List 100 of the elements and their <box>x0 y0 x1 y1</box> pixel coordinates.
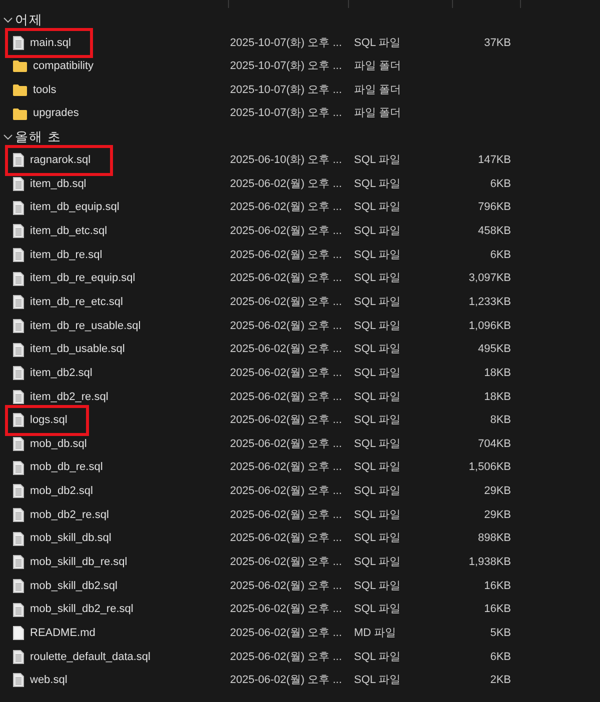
group-header: 어제 <box>15 10 43 29</box>
date-modified: 2025-06-02(월) 오후 ... <box>230 294 343 310</box>
file-type: SQL 파일 <box>354 248 402 263</box>
date-modified: 2025-06-02(월) 오후 ... <box>230 224 343 240</box>
document-icon <box>13 342 24 356</box>
file-size: 18KB <box>484 390 511 405</box>
file-name[interactable]: mob_db_re.sql <box>30 459 103 476</box>
file-name[interactable]: web.sql <box>30 672 68 689</box>
file-name[interactable]: mob_skill_db_re.sql <box>30 554 128 571</box>
file-name[interactable]: item_db2_re.sql <box>30 388 108 406</box>
file-size: 898KB <box>478 531 511 546</box>
file-name[interactable]: mob_db2_re.sql <box>30 506 109 524</box>
folder-icon <box>13 108 27 120</box>
file-size: 6KB <box>490 248 511 263</box>
file-type: SQL 파일 <box>354 366 402 381</box>
file-type: 파일 폴더 <box>354 59 402 74</box>
file-name[interactable]: item_db_re_usable.sql <box>30 318 141 334</box>
file-name[interactable]: roulette_default_data.sql <box>30 648 150 666</box>
date-modified: 2025-06-02(월) 오후 ... <box>230 271 343 286</box>
file-name[interactable]: item_db_equip.sql <box>30 199 120 216</box>
file-name[interactable]: mob_skill_db.sql <box>30 530 112 547</box>
date-modified: 2025-10-07(화) 오후 ... <box>230 59 343 74</box>
file-name[interactable]: mob_db2.sql <box>30 483 93 500</box>
file-type: SQL 파일 <box>354 436 402 452</box>
date-modified: 2025-06-02(월) 오후 ... <box>230 626 343 641</box>
file-size: 16KB <box>484 602 511 618</box>
file-type: SQL 파일 <box>354 176 402 192</box>
document-icon <box>13 153 24 168</box>
document-icon <box>13 318 24 333</box>
date-modified: 2025-06-02(월) 오후 ... <box>230 531 343 546</box>
file-name[interactable]: item_db_re_equip.sql <box>30 270 136 287</box>
document-icon <box>13 555 24 570</box>
date-modified: 2025-06-02(월) 오후 ... <box>230 342 343 358</box>
file-name[interactable]: item_db_usable.sql <box>30 341 125 358</box>
file-name[interactable]: item_db2.sql <box>30 364 92 382</box>
date-modified: 2025-06-02(월) 오후 ... <box>230 578 343 594</box>
file-type: 파일 폴더 <box>354 106 402 122</box>
date-modified: 2025-06-02(월) 오후 ... <box>230 650 343 665</box>
document-icon <box>13 295 24 310</box>
file-size: 6KB <box>490 176 511 192</box>
file-name[interactable]: mob_skill_db2_re.sql <box>30 601 134 618</box>
file-name[interactable]: README.md <box>30 624 96 642</box>
document-icon <box>13 248 24 262</box>
chevron-icon[interactable] <box>3 14 13 24</box>
file-type: SQL 파일 <box>354 318 402 334</box>
file-name[interactable]: main.sql <box>30 34 71 52</box>
file-type: SQL 파일 <box>354 224 402 240</box>
file-size: 3,097KB <box>468 271 511 286</box>
file-size: 29KB <box>484 508 511 523</box>
document-icon <box>13 413 24 428</box>
date-modified: 2025-06-02(월) 오후 ... <box>230 508 343 523</box>
file-name[interactable]: mob_skill_db2.sql <box>30 578 118 594</box>
file-size: 147KB <box>478 153 511 168</box>
file-name[interactable]: logs.sql <box>30 412 68 429</box>
document-icon <box>13 437 24 452</box>
folder-icon <box>13 84 27 96</box>
file-name[interactable]: compatibility <box>33 58 94 75</box>
document-icon <box>13 578 24 593</box>
document-icon <box>13 484 24 498</box>
file-size: 37KB <box>484 36 511 51</box>
file-name[interactable]: tools <box>33 82 56 98</box>
date-modified: 2025-06-02(월) 오후 ... <box>230 248 343 263</box>
file-type: SQL 파일 <box>354 153 402 168</box>
file-name[interactable]: upgrades <box>33 105 79 122</box>
document-icon <box>13 224 24 238</box>
date-modified: 2025-06-02(월) 오후 ... <box>230 460 343 476</box>
file-name[interactable]: ragnarok.sql <box>30 152 91 169</box>
file-name[interactable]: item_db_re.sql <box>30 246 102 264</box>
chevron-icon[interactable] <box>3 132 13 142</box>
date-modified: 2025-06-02(월) 오후 ... <box>230 673 343 688</box>
file-type: SQL 파일 <box>354 413 402 428</box>
date-modified: 2025-06-10(화) 오후 ... <box>230 153 343 168</box>
file-type: SQL 파일 <box>354 460 402 476</box>
document-icon <box>13 272 24 286</box>
blank-page-icon <box>13 626 24 640</box>
file-size: 495KB <box>478 342 511 358</box>
document-icon <box>13 390 24 404</box>
file-type: MD 파일 <box>354 626 398 641</box>
file-size: 1,233KB <box>468 294 511 310</box>
document-icon <box>13 508 24 522</box>
document-icon <box>13 460 24 475</box>
file-size: 704KB <box>478 436 511 452</box>
file-size: 29KB <box>484 484 511 500</box>
date-modified: 2025-06-02(월) 오후 ... <box>230 176 343 192</box>
file-name[interactable]: item_db_re_etc.sql <box>30 294 123 310</box>
file-name[interactable]: item_db_etc.sql <box>30 223 108 240</box>
date-modified: 2025-06-02(월) 오후 ... <box>230 413 343 428</box>
date-modified: 2025-10-07(화) 오후 ... <box>230 106 343 122</box>
file-type: SQL 파일 <box>354 390 402 405</box>
file-type: SQL 파일 <box>354 602 402 618</box>
file-size: 458KB <box>478 224 511 240</box>
file-type: SQL 파일 <box>354 508 402 523</box>
document-icon <box>13 177 24 192</box>
file-name[interactable]: item_db.sql <box>30 176 86 192</box>
file-name[interactable]: mob_db.sql <box>30 436 87 452</box>
document-icon <box>13 532 24 546</box>
date-modified: 2025-06-02(월) 오후 ... <box>230 555 343 570</box>
file-type: SQL 파일 <box>354 650 402 665</box>
file-type: SQL 파일 <box>354 531 402 546</box>
file-type: SQL 파일 <box>354 484 402 500</box>
